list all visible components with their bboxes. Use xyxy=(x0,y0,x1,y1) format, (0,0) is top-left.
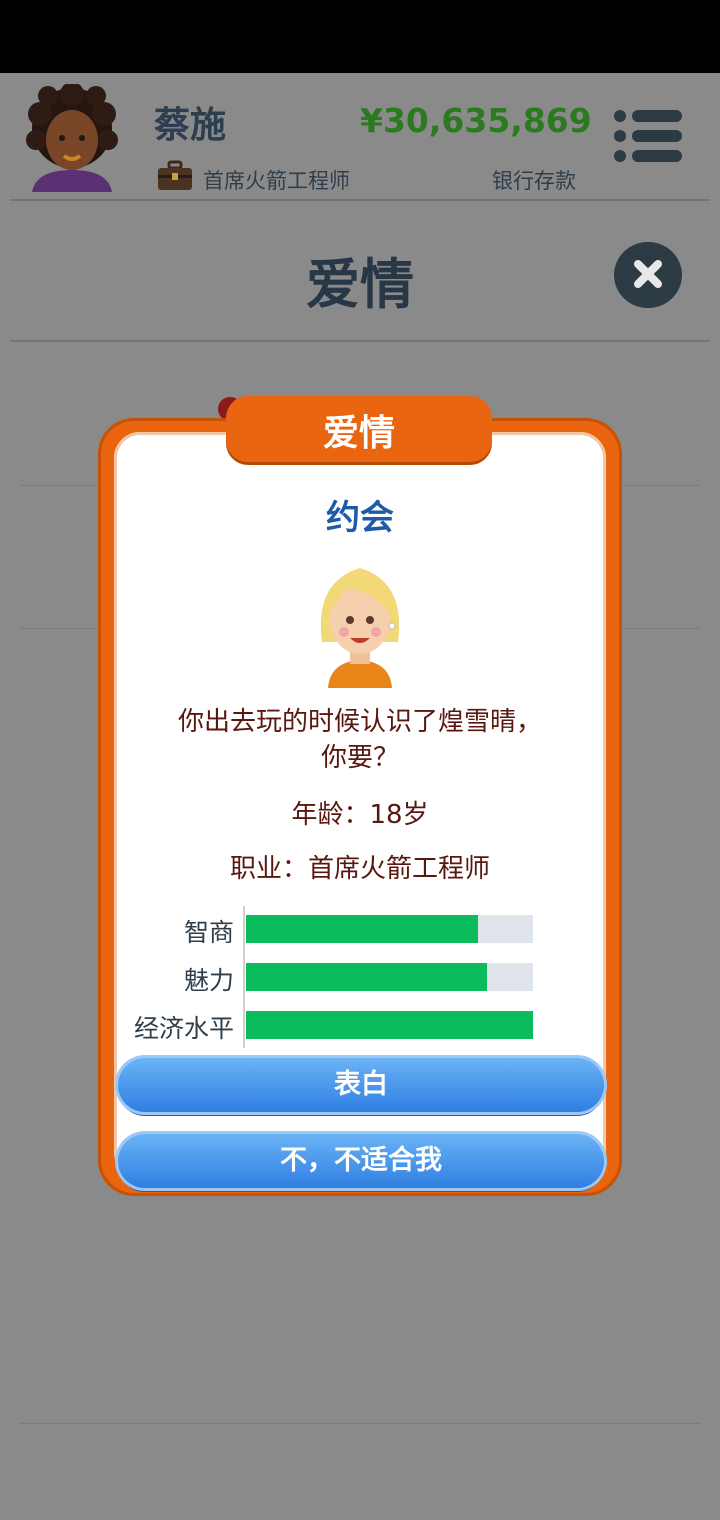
player-job: 首席火箭工程师 xyxy=(203,169,350,193)
page-title: 爱情 xyxy=(306,253,414,316)
confess-button[interactable]: 表白 xyxy=(118,1058,604,1112)
stat-fill xyxy=(246,915,479,943)
decline-button[interactable]: 不，不适合我 xyxy=(118,1134,604,1188)
player-avatar[interactable] xyxy=(26,84,118,192)
bank-balance-label: 银行存款 xyxy=(492,169,576,193)
briefcase-icon xyxy=(158,160,192,190)
message-line-1: 你出去玩的时候认识了煌雪晴， xyxy=(177,707,542,737)
status-bar xyxy=(0,0,720,73)
menu-icon[interactable] xyxy=(612,108,684,164)
header-divider xyxy=(10,199,710,201)
list-divider xyxy=(20,1423,700,1424)
partner-job: 职业：首席火箭工程师 xyxy=(229,854,490,884)
close-icon xyxy=(634,260,662,288)
stat-label-charm: 魅力 xyxy=(183,966,234,995)
stat-axis xyxy=(243,906,245,1048)
partner-portrait xyxy=(320,568,400,688)
stat-bar-wealth xyxy=(246,1011,533,1039)
stat-fill xyxy=(246,963,488,991)
title-divider xyxy=(10,340,710,342)
dialog-title: 爱情 xyxy=(322,413,395,454)
stat-label-wealth: 经济水平 xyxy=(133,1014,234,1043)
stat-bar-charm xyxy=(246,963,533,991)
stat-label-iq: 智商 xyxy=(183,918,234,947)
dialog-message: 你出去玩的时候认识了煌雪晴， 你要？ xyxy=(130,704,590,776)
bank-balance: ¥30,635,869 xyxy=(360,101,592,140)
stat-bar-iq xyxy=(246,915,533,943)
player-name: 蔡施 xyxy=(154,105,227,146)
stat-fill xyxy=(246,1011,533,1039)
message-line-2: 你要？ xyxy=(320,743,399,773)
partner-age: 年龄：18岁 xyxy=(291,800,429,830)
close-button[interactable] xyxy=(614,242,682,308)
section-title: 约会 xyxy=(326,498,394,538)
